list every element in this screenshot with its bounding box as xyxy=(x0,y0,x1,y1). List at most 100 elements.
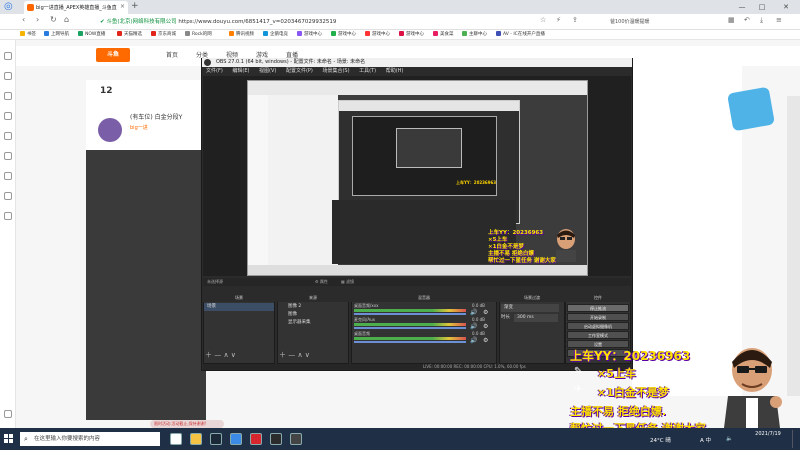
bookmark-star-icon[interactable]: ☆ xyxy=(540,16,546,24)
tray-sound-icon[interactable]: 🔈 xyxy=(726,436,733,442)
browser-search-field[interactable]: 爸100价温暖提暖 xyxy=(600,16,720,28)
bookmark-item[interactable]: 书签 xyxy=(20,30,36,40)
volume-slider[interactable] xyxy=(354,313,466,315)
duration-input[interactable]: 300 ms xyxy=(514,314,558,322)
new-tab-button[interactable]: + xyxy=(131,1,139,11)
streamer-name[interactable]: big一进 xyxy=(130,124,148,131)
forward-icon[interactable]: › xyxy=(36,15,39,24)
no-source-label: 未选择源 xyxy=(207,279,223,284)
bookmark-item[interactable]: Rock的网 xyxy=(185,30,212,40)
bookmark-item[interactable]: NOW直播 xyxy=(78,30,105,40)
volume-slider[interactable] xyxy=(354,327,466,329)
steam-icon[interactable] xyxy=(210,433,222,445)
bookmark-item[interactable]: 上网导航 xyxy=(44,30,69,40)
show-desktop-button[interactable] xyxy=(792,430,798,448)
bookmark-icon xyxy=(117,31,122,36)
mixer-settings-icon[interactable]: ⚙ xyxy=(483,323,488,330)
sidebar-note-icon[interactable] xyxy=(4,112,12,120)
obs-menu-tools[interactable]: 工具(T) xyxy=(359,68,376,74)
sidebar-app-icon[interactable] xyxy=(4,212,12,220)
streamer-avatar[interactable] xyxy=(98,118,122,142)
browser-logo-icon[interactable]: ◎ xyxy=(4,1,16,12)
lightning-icon[interactable]: ⚡ xyxy=(556,16,561,24)
filters-button[interactable]: ▦ 滤镜 xyxy=(341,278,354,286)
maximize-button[interactable]: □ xyxy=(752,0,772,14)
nav-home[interactable]: 首页 xyxy=(166,50,178,59)
sidebar-game-icon[interactable] xyxy=(4,132,12,140)
sidebar-settings-icon[interactable] xyxy=(4,410,12,418)
virtual-camera-button[interactable]: 启动虚拟摄像机 xyxy=(567,322,629,330)
bookmark-item[interactable]: 游戏中心 xyxy=(297,30,322,40)
bookmark-item[interactable]: 主聊中心 xyxy=(462,30,487,40)
adobe-icon[interactable] xyxy=(250,433,262,445)
scenes-dock-controls[interactable]: ＋ — ∧ ∨ xyxy=(205,350,236,360)
download-icon[interactable]: ⤓ xyxy=(760,16,763,25)
obs-menu-file[interactable]: 文件(F) xyxy=(206,68,223,74)
bookmark-item[interactable]: 天猫精选 xyxy=(117,30,142,40)
bookmark-item[interactable]: 游戏中心 xyxy=(399,30,424,40)
share-icon[interactable]: ⇪ xyxy=(572,16,578,24)
plane-icon: ✈ xyxy=(574,384,583,395)
capture-mini-overlay: 上车YY：20236963 xyxy=(456,180,500,204)
windows-start-icon[interactable] xyxy=(4,434,14,444)
tab-close-icon[interactable]: × xyxy=(120,3,125,10)
extensions-icon[interactable]: ▦ xyxy=(728,16,735,24)
mute-icon[interactable]: 🔊 xyxy=(470,323,477,330)
media-icon[interactable] xyxy=(230,433,242,445)
sidebar-mail-icon[interactable] xyxy=(4,172,12,180)
bookmark-item[interactable]: 企鹅电竞 xyxy=(263,30,288,40)
transition-select[interactable]: 渐变 xyxy=(501,304,559,312)
bookmark-item[interactable]: 游戏中心 xyxy=(365,30,390,40)
url-field[interactable]: ✔ 斗鱼(北京)网络科技有限公司 https://www.douyu.com/6… xyxy=(100,16,530,28)
room-title: (有车位) 白金分段Y xyxy=(130,114,183,121)
browser-tab[interactable]: big一进直播_APEX英雄直播_斗鱼直 × xyxy=(24,1,128,14)
bookmark-item[interactable]: 游戏中心 xyxy=(331,30,356,40)
minimize-button[interactable]: — xyxy=(732,0,752,14)
obs-icon[interactable] xyxy=(290,433,302,445)
bookmark-item[interactable]: 腾讯视频 xyxy=(229,30,254,40)
obs-menu-profile[interactable]: 配置文件(P) xyxy=(286,68,313,74)
source-item[interactable]: 图像 2 xyxy=(278,303,348,311)
source-item[interactable]: 显示器采集 xyxy=(278,319,348,327)
obs-menu-help[interactable]: 帮助(H) xyxy=(386,68,404,74)
bookmark-item[interactable]: 美食菜 xyxy=(433,30,454,40)
tray-ime[interactable]: A 中 xyxy=(700,436,711,444)
back-icon[interactable]: ‹ xyxy=(22,15,25,24)
game-icon[interactable] xyxy=(270,433,282,445)
mute-icon[interactable]: 🔊 xyxy=(470,337,477,344)
sidebar-shop-icon[interactable] xyxy=(4,192,12,200)
home-icon[interactable]: ⌂ xyxy=(64,15,69,24)
obs-menu-scene-collection[interactable]: 场景集合(S) xyxy=(322,68,349,74)
mixer-settings-icon[interactable]: ⚙ xyxy=(483,309,488,316)
properties-button[interactable]: ⚙ 属性 xyxy=(315,278,328,286)
task-view-icon[interactable] xyxy=(170,433,182,445)
activity-pill[interactable]: 限时活动:活动截止,保持谢谢! xyxy=(150,420,224,428)
bookmark-label: 上网导航 xyxy=(51,32,69,37)
douyu-logo[interactable]: 斗鱼 xyxy=(96,48,130,62)
taskbar-search-input[interactable]: ⌕ 在这里输入你要搜索的内容 xyxy=(20,432,160,446)
sources-dock-controls[interactable]: ＋ — ∧ ∨ xyxy=(279,350,310,360)
start-recording-button[interactable]: 开始录制 xyxy=(567,313,629,321)
refresh-icon[interactable]: ↻ xyxy=(50,15,57,24)
obs-menu-view[interactable]: 视图(V) xyxy=(259,68,276,74)
source-item[interactable]: 图像 xyxy=(278,311,348,319)
mixer-settings-icon[interactable]: ⚙ xyxy=(483,337,488,344)
weather-widget[interactable]: 24°C 晴 xyxy=(650,436,671,444)
menu-icon[interactable]: ≡ xyxy=(776,16,782,24)
mute-icon[interactable]: 🔊 xyxy=(470,309,477,316)
sidebar-star-icon[interactable] xyxy=(4,52,12,60)
obs-menu-edit[interactable]: 编辑(E) xyxy=(232,68,249,74)
bookmark-item[interactable]: AV - IC在线开户直播 xyxy=(496,30,545,40)
close-window-button[interactable]: ✕ xyxy=(772,0,800,14)
scene-item[interactable]: 场景 xyxy=(204,303,274,311)
undo-icon[interactable]: ↶ xyxy=(744,16,750,24)
file-explorer-icon[interactable] xyxy=(190,433,202,445)
sidebar-download-icon[interactable] xyxy=(4,92,12,100)
bookmark-item[interactable]: 京东商城 xyxy=(151,30,176,40)
studio-mode-button[interactable]: 工作室模式 xyxy=(567,331,629,339)
volume-slider[interactable] xyxy=(354,341,466,343)
taskbar-clock[interactable]: 2021/7/19 xyxy=(748,430,788,439)
sidebar-chat-icon[interactable] xyxy=(4,152,12,160)
stop-streaming-button[interactable]: 停止推流 xyxy=(567,304,629,312)
sidebar-history-icon[interactable] xyxy=(4,72,12,80)
